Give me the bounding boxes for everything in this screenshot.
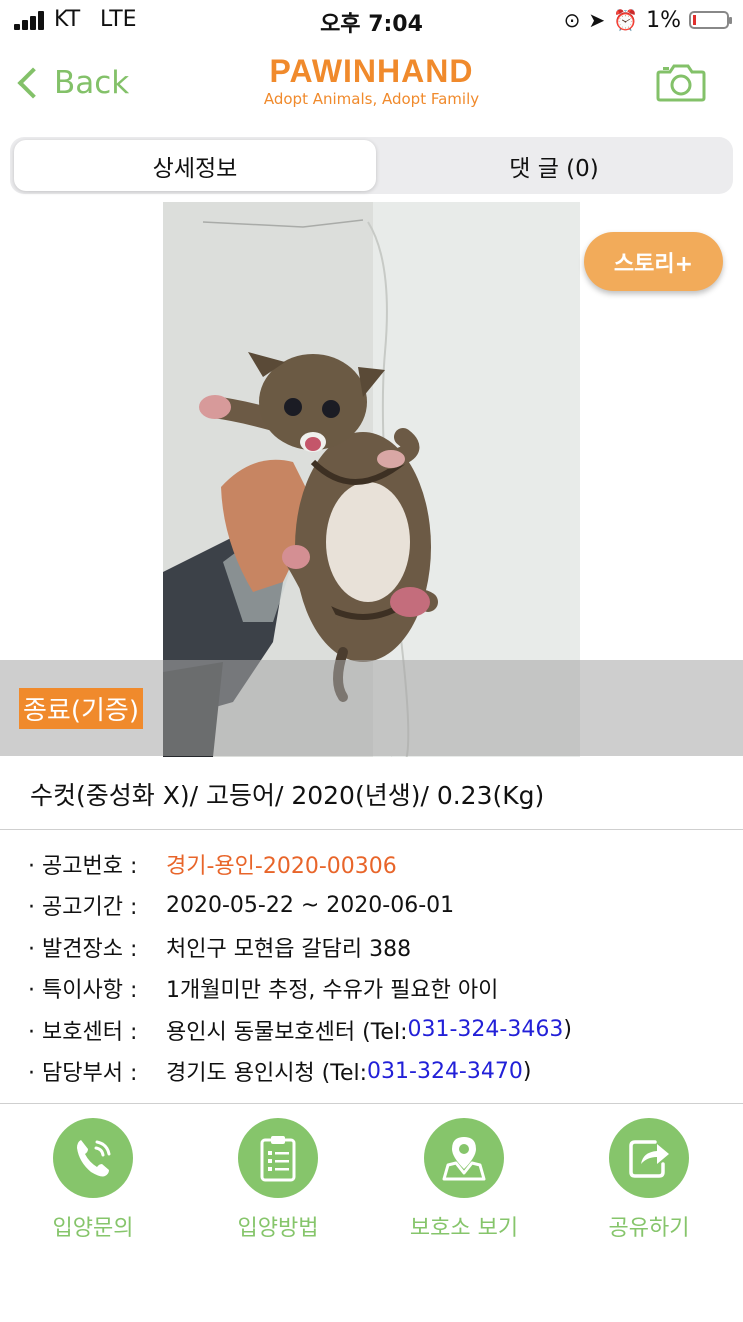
- info-row-notice-period: · 공고기간 : 2020-05-22 ~ 2020-06-01: [28, 885, 738, 927]
- info-value: 경기도 용인시청 (Tel:: [166, 1061, 368, 1087]
- info-value: 처인구 모현읍 갈담리 388: [166, 936, 412, 962]
- info-row-special-notes: · 특이사항 : 1개월미만 추정, 수유가 필요한 아이: [28, 968, 738, 1010]
- info-list: · 공고번호 : 경기-용인-2020-00306 · 공고기간 : 2020-…: [28, 843, 738, 1092]
- segmented-tabs: 상세정보 댓 글 (0): [10, 137, 733, 194]
- adoption-method-button[interactable]: 입양방법: [208, 1118, 348, 1242]
- location-icon: ➤: [588, 8, 606, 32]
- info-key: · 특이사항 :: [28, 978, 138, 1004]
- logo-subtitle: Adopt Animals, Adopt Family: [263, 90, 480, 108]
- action-label: 입양문의: [52, 1216, 134, 1241]
- battery-percent: 1%: [646, 7, 681, 33]
- status-right: ⊙ ➤ ⏰ 1%: [563, 6, 732, 34]
- divider: [0, 829, 743, 830]
- adoption-status-badge: 종료(기증): [19, 688, 143, 729]
- info-value: 용인시 동물보호센터 (Tel:: [166, 1019, 408, 1045]
- camera-button[interactable]: [656, 62, 706, 102]
- info-row-notice-number: · 공고번호 : 경기-용인-2020-00306: [28, 843, 738, 885]
- status-bar: KT LTE 오후 7:04 ⊙ ➤ ⏰ 1%: [0, 0, 743, 42]
- camera-icon: [656, 64, 706, 102]
- action-label: 공유하기: [608, 1216, 690, 1241]
- clipboard-icon: [238, 1118, 318, 1198]
- rotation-lock-icon: ⊙: [563, 8, 581, 32]
- share-button[interactable]: 공유하기: [579, 1118, 719, 1242]
- action-label: 입양방법: [237, 1216, 319, 1241]
- alarm-icon: ⏰: [613, 8, 639, 32]
- info-row-shelter: · 보호센터 : 용인시 동물보호센터 (Tel: 031-324-3463): [28, 1009, 738, 1051]
- shelter-phone-link[interactable]: 031-324-3463: [408, 1017, 564, 1042]
- info-key: · 담당부서 :: [28, 1061, 138, 1087]
- info-row-found-location: · 발견장소 : 처인구 모현읍 갈담리 388: [28, 926, 738, 968]
- story-button[interactable]: 스토리+: [584, 232, 723, 291]
- phone-icon: [53, 1118, 133, 1198]
- info-suffix: ): [522, 1058, 532, 1084]
- action-label: 보호소 보기: [409, 1216, 519, 1241]
- info-key: · 발견장소 :: [28, 936, 138, 962]
- tab-detail[interactable]: 상세정보: [14, 140, 376, 191]
- info-value: 경기-용인-2020-00306: [166, 853, 397, 879]
- info-key: · 공고기간 :: [28, 895, 138, 921]
- info-row-department: · 담당부서 : 경기도 용인시청 (Tel: 031-324-3470): [28, 1051, 738, 1093]
- map-pin-icon: [424, 1118, 504, 1198]
- logo-title: PAWINHAND: [269, 53, 474, 89]
- info-value: 1개월미만 추정, 수유가 필요한 아이: [166, 978, 499, 1004]
- info-key: · 공고번호 :: [28, 853, 138, 879]
- share-icon: [609, 1118, 689, 1198]
- department-phone-link[interactable]: 031-324-3470: [367, 1059, 523, 1084]
- app-logo: PAWINHAND Adopt Animals, Adopt Family: [0, 54, 743, 108]
- info-suffix: ): [563, 1017, 572, 1043]
- action-bar: 입양문의 입양방법 보호소 보기 공유하기: [0, 1110, 743, 1250]
- info-value: 2020-05-22 ~ 2020-06-01: [166, 892, 455, 918]
- tab-comments[interactable]: 댓 글 (0): [378, 140, 730, 191]
- animal-summary: 수컷(중성화 X)/ 고등어/ 2020(년생)/ 0.23(Kg): [30, 781, 545, 810]
- divider: [0, 1103, 743, 1104]
- adoption-inquiry-button[interactable]: 입양문의: [23, 1118, 163, 1242]
- view-shelter-button[interactable]: 보호소 보기: [394, 1118, 534, 1242]
- battery-icon: [689, 11, 732, 29]
- info-key: · 보호센터 :: [28, 1019, 138, 1045]
